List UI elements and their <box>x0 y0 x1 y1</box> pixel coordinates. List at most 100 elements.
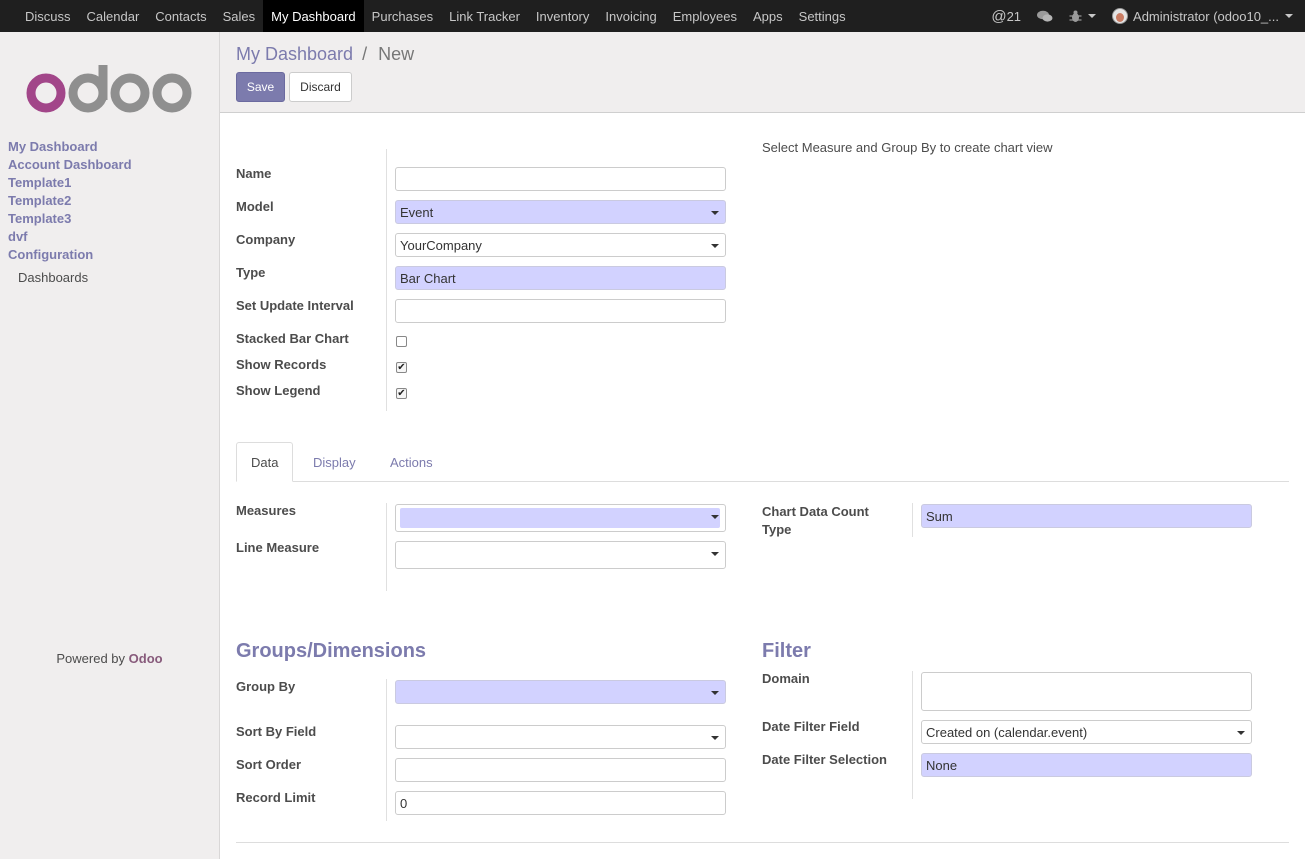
name-input[interactable] <box>395 167 726 191</box>
menu-sales[interactable]: Sales <box>215 0 264 32</box>
model-select[interactable]: Event <box>395 200 726 224</box>
section-divider <box>236 842 1289 843</box>
company-label: Company <box>236 232 296 247</box>
menu-my-dashboard[interactable]: My Dashboard <box>263 0 364 32</box>
sidebar-menu: My Dashboard Account Dashboard Template1… <box>8 138 132 285</box>
bug-icon <box>1069 10 1082 22</box>
sidebar-item-dashboards[interactable]: Dashboards <box>8 270 132 285</box>
sort-by-field-label: Sort By Field <box>236 724 317 739</box>
show-records-checkbox[interactable]: ✔ <box>396 362 407 373</box>
sort-by-field-select[interactable] <box>395 725 726 749</box>
menu-invoicing[interactable]: Invoicing <box>597 0 664 32</box>
odoo-logo[interactable] <box>26 65 194 116</box>
sidebar-item-configuration[interactable]: Configuration <box>8 246 132 264</box>
measures-tags-area[interactable] <box>400 508 720 528</box>
name-label: Name <box>236 166 272 181</box>
date-filter-selection-select[interactable]: None <box>921 753 1252 777</box>
tab-display[interactable]: Display <box>299 442 370 482</box>
sidebar: My Dashboard Account Dashboard Template1… <box>0 32 220 859</box>
type-label: Type <box>236 265 266 280</box>
sidebar-item-my-dashboard[interactable]: My Dashboard <box>8 138 132 156</box>
chart-data-count-type-label: Chart Data Count Type <box>762 503 869 539</box>
menu-employees[interactable]: Employees <box>665 0 745 32</box>
sidebar-item-template2[interactable]: Template2 <box>8 192 132 210</box>
count-type-label-line1: Chart Data Count <box>762 504 869 519</box>
divider <box>912 671 913 799</box>
divider <box>386 679 387 821</box>
user-name: Administrator (odoo10_... <box>1133 8 1279 24</box>
record-limit-input[interactable]: 0 <box>395 791 726 815</box>
menu-settings[interactable]: Settings <box>791 0 854 32</box>
date-filter-selection-label: Date Filter Selection <box>762 752 887 767</box>
powered-by-text: Powered by <box>56 651 126 666</box>
domain-input[interactable] <box>921 672 1252 711</box>
powered-by: Powered by Odoo <box>0 651 219 666</box>
chart-hint-text: Select Measure and Group By to create ch… <box>762 140 1053 155</box>
record-limit-label: Record Limit <box>236 790 316 805</box>
mentions-button[interactable]: @ 21 <box>983 0 1029 32</box>
count-type-label-line2: Type <box>762 522 792 537</box>
save-button[interactable]: Save <box>236 72 285 102</box>
menu-calendar[interactable]: Calendar <box>79 0 148 32</box>
avatar <box>1112 8 1129 24</box>
menu-link-tracker[interactable]: Link Tracker <box>441 0 528 32</box>
line-measure-input[interactable] <box>395 541 726 569</box>
menu-purchases[interactable]: Purchases <box>364 0 441 32</box>
stacked-bar-chart-checkbox[interactable] <box>396 336 407 347</box>
sidebar-item-account-dashboard[interactable]: Account Dashboard <box>8 156 132 174</box>
tab-actions[interactable]: Actions <box>376 442 447 482</box>
dashboard-item-form: Select Measure and Group By to create ch… <box>220 113 1305 859</box>
powered-by-odoo-link[interactable]: Odoo <box>129 651 163 666</box>
top-menu-bar: Discuss Calendar Contacts Sales My Dashb… <box>0 0 1305 32</box>
divider <box>386 503 387 591</box>
show-legend-label: Show Legend <box>236 383 321 398</box>
chat-button[interactable] <box>1029 0 1061 32</box>
group-by-select[interactable] <box>395 680 726 704</box>
divider <box>386 149 387 411</box>
stacked-bar-chart-label: Stacked Bar Chart <box>236 331 349 346</box>
company-select[interactable]: YourCompany <box>395 233 726 257</box>
line-measure-label: Line Measure <box>236 540 320 555</box>
notebook-tabs: Data Display Actions <box>236 442 1289 482</box>
domain-label: Domain <box>762 671 810 686</box>
systray: @ 21 Administrator (odoo10_... <box>983 0 1305 32</box>
app-menu: Discuss Calendar Contacts Sales My Dashb… <box>0 0 854 32</box>
update-interval-label: Set Update Interval <box>236 298 354 313</box>
breadcrumb-current: New <box>378 44 415 64</box>
date-filter-field-select[interactable]: Created on (calendar.event) <box>921 720 1252 744</box>
user-menu[interactable]: Administrator (odoo10_... <box>1104 0 1305 32</box>
show-legend-checkbox[interactable]: ✔ <box>396 388 407 399</box>
chat-bubbles-icon <box>1037 10 1053 22</box>
sidebar-item-dvf[interactable]: dvf <box>8 228 132 246</box>
menu-discuss[interactable]: Discuss <box>17 0 79 32</box>
model-label: Model <box>236 199 274 214</box>
debug-menu-button[interactable] <box>1061 0 1104 32</box>
mentions-count: 21 <box>1006 8 1022 24</box>
sidebar-item-template3[interactable]: Template3 <box>8 210 132 228</box>
group-by-label: Group By <box>236 679 296 694</box>
discard-button[interactable]: Discard <box>289 72 352 102</box>
sidebar-item-template1[interactable]: Template1 <box>8 174 132 192</box>
update-interval-select[interactable] <box>395 299 726 323</box>
menu-contacts[interactable]: Contacts <box>147 0 214 32</box>
date-filter-field-label: Date Filter Field <box>762 719 860 734</box>
chevron-down-icon <box>1285 14 1293 18</box>
tab-data[interactable]: Data <box>236 442 294 482</box>
show-records-label: Show Records <box>236 357 327 372</box>
divider <box>912 503 913 537</box>
breadcrumb-separator: / <box>362 44 368 64</box>
sort-order-label: Sort Order <box>236 757 302 772</box>
at-icon: @ <box>991 7 1007 25</box>
measures-input[interactable] <box>395 504 726 532</box>
menu-apps[interactable]: Apps <box>745 0 791 32</box>
breadcrumb-parent[interactable]: My Dashboard <box>236 44 353 64</box>
measures-label: Measures <box>236 503 296 518</box>
chevron-down-icon <box>1088 14 1097 18</box>
filter-heading: Filter <box>762 640 811 662</box>
menu-inventory[interactable]: Inventory <box>528 0 597 32</box>
breadcrumb: My Dashboard / New <box>236 44 414 65</box>
type-select[interactable]: Bar Chart <box>395 266 726 290</box>
groups-dimensions-heading: Groups/Dimensions <box>236 640 427 662</box>
sort-order-select[interactable] <box>395 758 726 782</box>
chart-data-count-type-select[interactable]: Sum <box>921 504 1252 528</box>
